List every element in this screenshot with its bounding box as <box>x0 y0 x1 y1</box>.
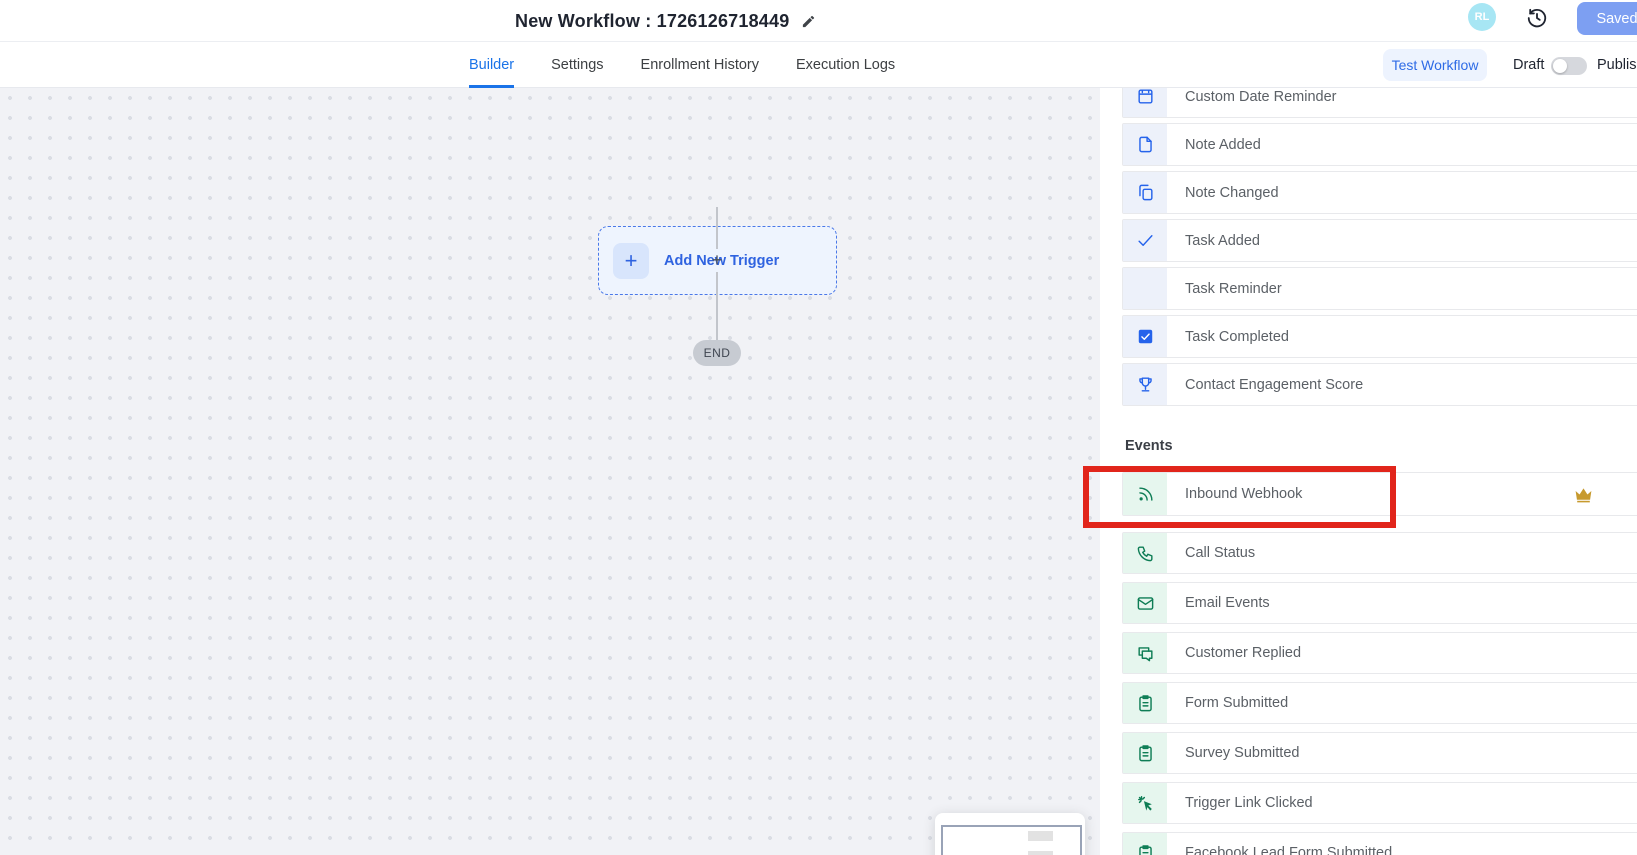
trophy-icon <box>1123 364 1167 405</box>
sidebar-item-email-events[interactable]: Email Events <box>1122 582 1637 624</box>
minimap-node <box>1028 831 1053 841</box>
sidebar-item-survey-submitted[interactable]: Survey Submitted <box>1122 732 1637 774</box>
test-workflow-button[interactable]: Test Workflow <box>1383 49 1487 81</box>
sidebar-item-label: Trigger Link Clicked <box>1185 795 1313 811</box>
edit-title-icon[interactable] <box>801 14 816 29</box>
sidebar-item-label: Note Changed <box>1185 185 1279 201</box>
page-title: New Workflow : 1726126718449 <box>515 11 789 32</box>
events-section-header: Events <box>1125 438 1173 454</box>
sidebar-item-label: Call Status <box>1185 545 1255 561</box>
sidebar-item-task-completed[interactable]: Task Completed <box>1122 315 1637 358</box>
tabs: Builder Settings Enrollment History Executi… <box>469 42 895 88</box>
rss-icon <box>1123 473 1167 515</box>
sidebar-item-contact-engagement-score[interactable]: Contact Engagement Score <box>1122 363 1637 406</box>
history-clock-icon[interactable] <box>1526 7 1548 29</box>
sidebar-item-trigger-link-clicked[interactable]: Trigger Link Clicked <box>1122 782 1637 824</box>
bell-icon <box>1123 268 1167 309</box>
minimap[interactable] <box>935 813 1085 855</box>
calendar-icon <box>1123 88 1167 117</box>
sidebar-item-label: Survey Submitted <box>1185 745 1299 761</box>
tab-builder[interactable]: Builder <box>469 42 514 88</box>
sidebar-item-custom-date-reminder[interactable]: Custom Date Reminder <box>1122 88 1637 118</box>
tab-execution-logs[interactable]: Execution Logs <box>796 42 895 88</box>
phone-icon <box>1123 533 1167 573</box>
sidebar-item-label: Task Completed <box>1185 329 1289 345</box>
workflow-title-wrap: New Workflow : 1726126718449 <box>515 0 816 42</box>
sidebar-item-note-added[interactable]: Note Added <box>1122 123 1637 166</box>
app-header: New Workflow : 1726126718449 RL Saved <box>0 0 1637 42</box>
tab-enrollment-history[interactable]: Enrollment History <box>641 42 759 88</box>
premium-crown-icon <box>1573 484 1594 505</box>
check-square-icon <box>1123 316 1167 357</box>
sidebar-item-label: Task Added <box>1185 233 1260 249</box>
envelope-icon <box>1123 583 1167 623</box>
toggle-knob <box>1553 59 1567 73</box>
trigger-sidebar: Events Custom Date Reminder Note Added Not… <box>1100 88 1637 855</box>
workflow-canvas: + Add New Trigger <box>0 88 1100 855</box>
sidebar-item-label: Customer Replied <box>1185 645 1301 661</box>
add-step-plus-icon[interactable]: + <box>708 251 726 269</box>
sidebar-item-customer-replied[interactable]: Customer Replied <box>1122 632 1637 674</box>
avatar[interactable]: RL <box>1468 3 1496 31</box>
sidebar-item-task-added[interactable]: Task Added <box>1122 219 1637 262</box>
minimap-viewport <box>941 825 1082 855</box>
sidebar-item-label: Inbound Webhook <box>1185 486 1302 502</box>
sidebar-item-label: Email Events <box>1185 595 1270 611</box>
saved-button[interactable]: Saved <box>1577 2 1637 35</box>
clipboard-icon <box>1123 833 1167 855</box>
sidebar-item-label: Facebook Lead Form Submitted <box>1185 845 1392 855</box>
cursor-click-icon <box>1123 783 1167 823</box>
sidebar-item-label: Form Submitted <box>1185 695 1288 711</box>
sidebar-item-inbound-webhook[interactable]: Inbound Webhook <box>1122 472 1637 516</box>
sidebar-item-task-reminder[interactable]: Task Reminder <box>1122 267 1637 310</box>
draft-label: Draft <box>1513 42 1544 88</box>
note-icon <box>1123 124 1167 165</box>
clipboard-icon <box>1123 683 1167 723</box>
sidebar-item-facebook-lead-form-submitted[interactable]: Facebook Lead Form Submitted <box>1122 832 1637 855</box>
sidebar-item-form-submitted[interactable]: Form Submitted <box>1122 682 1637 724</box>
sidebar-item-note-changed[interactable]: Note Changed <box>1122 171 1637 214</box>
minimap-node <box>1028 851 1053 855</box>
chat-icon <box>1123 633 1167 673</box>
sidebar-item-label: Note Added <box>1185 137 1261 153</box>
sidebar-item-label: Custom Date Reminder <box>1185 89 1337 105</box>
clipboard-icon <box>1123 733 1167 773</box>
connector-line <box>716 207 718 249</box>
plus-icon: + <box>613 243 649 279</box>
copy-icon <box>1123 172 1167 213</box>
connector-line <box>716 272 718 340</box>
tab-settings[interactable]: Settings <box>551 42 603 88</box>
publish-toggle[interactable] <box>1551 57 1587 75</box>
check-icon <box>1123 220 1167 261</box>
sidebar-item-call-status[interactable]: Call Status <box>1122 532 1637 574</box>
sidebar-item-label: Task Reminder <box>1185 281 1282 297</box>
end-node: END <box>693 340 741 366</box>
sidebar-item-label: Contact Engagement Score <box>1185 377 1363 393</box>
tab-bar: Builder Settings Enrollment History Executi… <box>0 42 1637 88</box>
publish-label: Publish <box>1597 42 1637 88</box>
